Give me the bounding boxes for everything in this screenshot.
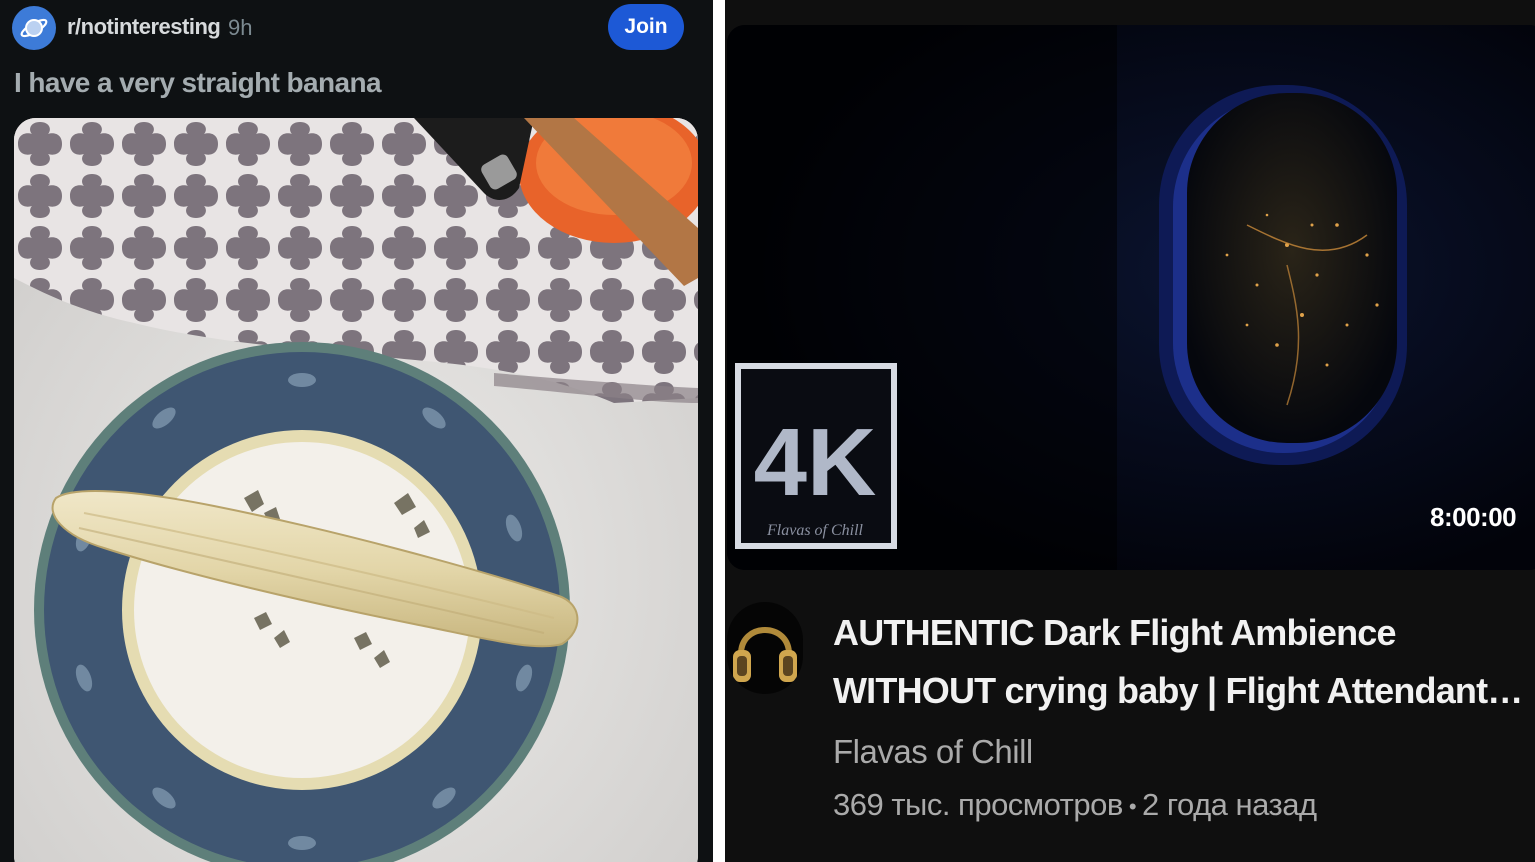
meta-separator: • — [1128, 793, 1137, 819]
subreddit-avatar[interactable] — [12, 6, 56, 50]
badge-watermark: Flavas of Chill — [766, 522, 864, 539]
banana-photo — [14, 118, 698, 862]
view-count: 369 тыс. просмотров — [833, 787, 1123, 822]
subreddit-name[interactable]: r/notinteresting — [67, 14, 221, 40]
post-title[interactable]: I have a very straight banana — [14, 67, 382, 99]
upload-date: 2 года назад — [1142, 787, 1317, 822]
airplane-window-image: 4K Flavas of Chill — [727, 25, 1535, 570]
channel-name[interactable]: Flavas of Chill — [833, 733, 1033, 771]
headphones-icon — [733, 627, 797, 682]
video-meta: 369 тыс. просмотров • 2 года назад — [833, 787, 1317, 823]
video-title-line-2: WITHOUT crying baby | Flight Attendant… — [833, 670, 1523, 711]
video-thumbnail[interactable]: 4K Flavas of Chill — [727, 25, 1535, 570]
reddit-post: r/notinteresting 9h Join I have a very s… — [0, 0, 713, 862]
channel-avatar[interactable] — [727, 602, 803, 694]
video-duration: 8:00:00 — [1430, 502, 1517, 532]
planet-icon — [20, 18, 48, 38]
video-title[interactable]: AUTHENTIC Dark Flight Ambience WITHOUT c… — [833, 604, 1523, 720]
post-time: 9h — [228, 15, 253, 40]
video-title-line-1: AUTHENTIC Dark Flight Ambience — [833, 612, 1397, 653]
join-button[interactable]: Join — [608, 4, 684, 50]
4k-badge-text: 4K — [754, 409, 877, 516]
post-image[interactable] — [14, 118, 698, 862]
youtube-video-card[interactable]: 4K Flavas of Chill 8:00:00 AUTHENTIC Dar… — [725, 0, 1535, 862]
panel-divider — [713, 0, 725, 862]
